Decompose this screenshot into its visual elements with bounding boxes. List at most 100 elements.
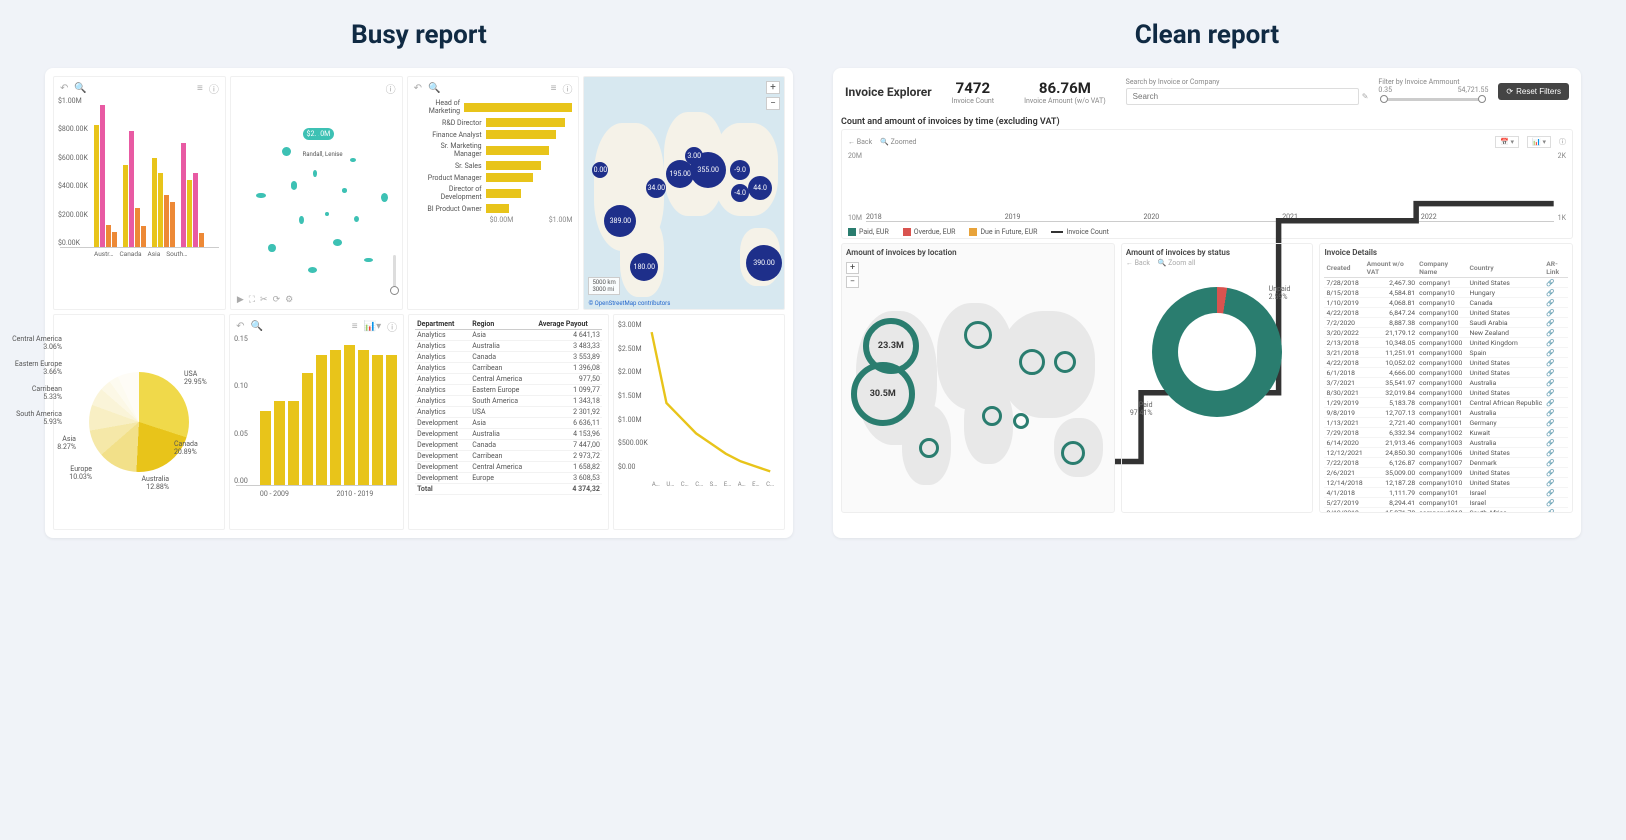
zoom-in-button[interactable]: + [846,262,859,274]
table-row[interactable]: 4/22/20186,847.24company100United States… [1324,308,1568,318]
link-icon[interactable]: 🔗 [1544,358,1568,368]
bar[interactable] [260,411,271,486]
col-header[interactable]: Department [415,319,470,330]
bar[interactable] [94,125,99,247]
timechart-bars[interactable]: 2018 2019 2020 2021 2022 [866,152,1554,222]
link-icon[interactable]: 🔗 [1544,368,1568,378]
bar[interactable] [288,401,299,485]
link-icon[interactable]: 🔗 [1544,488,1568,498]
network-node[interactable] [342,188,347,193]
busy-pie-tile[interactable]: USA29.95%Canada20.89%Australia12.88%Euro… [53,314,225,530]
bar[interactable] [181,143,186,247]
link-icon[interactable]: 🔗 [1544,318,1568,328]
zoom-out-button[interactable]: − [846,276,859,288]
link-icon[interactable]: 🔗 [1544,498,1568,508]
zoom-in-button[interactable]: + [766,81,780,94]
bar[interactable] [106,225,111,247]
play-icon[interactable]: ▶ [237,295,244,305]
search-icon[interactable]: 🔍 [428,83,440,94]
slider-handle-max[interactable] [1478,95,1486,103]
network-node[interactable] [364,258,373,262]
network-node[interactable] [350,158,356,162]
bar[interactable] [123,165,128,247]
chart-options[interactable]: 📊 ▾ [1527,136,1551,148]
bar[interactable] [112,232,117,247]
bar[interactable] [141,226,146,247]
network-node[interactable] [291,181,298,189]
hbar-row[interactable]: Finance Analyst [414,130,573,139]
table-row[interactable]: 12/14/201812,187.28company1010United Sta… [1324,478,1568,488]
table-row[interactable]: AnalyticsAsia4 641,13 [415,330,602,341]
table-row[interactable]: 4/1/20181,111.79company101Israel🔗 [1324,488,1568,498]
slider-handle-min[interactable] [1380,95,1388,103]
busy-map-tile[interactable]: + − 389.00180.00195.00355.003.0034.00-9.… [583,76,785,310]
link-icon[interactable]: 🔗 [1544,288,1568,298]
col-header[interactable]: Company Name [1417,259,1467,278]
undo-icon[interactable]: ↶ [414,83,422,94]
table-row[interactable]: AnalyticsSouth America1 343,18 [415,396,602,407]
table-row[interactable]: DevelopmentEurope3 608,53 [415,473,602,484]
busy-table[interactable]: DepartmentRegionAverage Payout Analytics… [415,319,602,495]
table-row[interactable]: DevelopmentCarribean2 973,72 [415,451,602,462]
link-icon[interactable]: 🔗 [1544,378,1568,388]
link-icon[interactable]: 🔗 [1544,338,1568,348]
map-bubble[interactable]: 389.00 [604,205,636,237]
table-row[interactable]: AnalyticsAustralia3 483,33 [415,341,602,352]
col-header[interactable]: Region [470,319,536,330]
table-row[interactable]: 1/10/20194,068.81company10Canada🔗 [1324,298,1568,308]
table-row[interactable]: 8/15/20184,584.81company10Hungary🔗 [1324,288,1568,298]
donut-chart[interactable] [1152,287,1282,417]
date-picker[interactable]: 📅 ▾ [1495,136,1519,148]
network-node[interactable] [313,170,318,177]
network-node[interactable] [256,193,265,198]
table-row[interactable]: AnalyticsCentral America977,50 [415,374,602,385]
slider-handle[interactable] [390,286,399,295]
chart-icon[interactable]: 📊▾ [364,321,381,332]
table-row[interactable]: 1/13/20212,721.40company1001Germany🔗 [1324,418,1568,428]
clean-map-pane[interactable]: Amount of invoices by location + − 23.3M… [841,243,1115,513]
slider-track[interactable] [393,255,396,295]
network-node[interactable] [299,216,304,224]
refresh-icon[interactable]: ⟳ [273,295,281,305]
table-row[interactable]: AnalyticsUSA2 301,92 [415,407,602,418]
reset-filters-button[interactable]: ⟳ Reset Filters [1498,83,1569,100]
bar[interactable] [187,180,192,247]
search-icon[interactable]: 🔍 [74,83,86,94]
table-row[interactable]: 3/20/202221,179.12company100New Zealand🔗 [1324,328,1568,338]
bar[interactable] [164,195,169,247]
table-row[interactable]: 9/8/201912,707.13company1001Australia🔗 [1324,408,1568,418]
slider-track[interactable] [1380,98,1486,101]
info-icon[interactable]: ⓘ [562,81,572,96]
link-icon[interactable]: 🔗 [1544,388,1568,398]
table-row[interactable]: 3/7/202135,541.97company1000Australia🔗 [1324,378,1568,388]
table-row[interactable]: 6/1/20184,666.00company1000United States… [1324,368,1568,378]
search-input[interactable] [1126,88,1359,105]
link-icon[interactable]: 🔗 [1544,428,1568,438]
table-row[interactable]: 1/29/20195,183.78company1001Central Afri… [1324,398,1568,408]
link-icon[interactable]: 🔗 [1544,408,1568,418]
table-row[interactable]: DevelopmentCentral America1 658,82 [415,462,602,473]
bar[interactable] [344,345,355,485]
table-row[interactable]: AnalyticsCanada3 553,89 [415,352,602,363]
table-row[interactable]: 2/6/202135,009.00company1009United State… [1324,468,1568,478]
search-icon[interactable]: 🔍 [251,321,263,332]
link-icon[interactable]: 🔗 [1544,308,1568,318]
bar[interactable] [274,401,285,485]
bar[interactable] [302,373,313,485]
table-row[interactable]: 3/21/201811,251.91company1000Spain🔗 [1324,348,1568,358]
hbar-row[interactable]: BI Product Owner [414,204,573,213]
info-icon[interactable]: ⓘ [386,81,396,96]
link-icon[interactable]: 🔗 [1544,398,1568,408]
cut-icon[interactable]: ✂ [260,295,268,305]
table-row[interactable]: 7/22/20186,126.87company1007Denmark🔗 [1324,458,1568,468]
table-row[interactable]: 6/14/202021,913.46company1003Australia🔗 [1324,438,1568,448]
back-button[interactable]: ← Back [848,138,872,146]
info-icon[interactable]: ⓘ [387,319,397,334]
invoice-details-table[interactable]: CreatedAmount w/o VATCompany NameCountry… [1324,259,1568,513]
table-row[interactable]: 7/29/20186,332.34company1002Kuwait🔗 [1324,428,1568,438]
table-row[interactable]: 12/12/202124,850.30company1006United Sta… [1324,448,1568,458]
hbar-row[interactable]: Director of Development [414,185,573,201]
map-ring[interactable] [1013,413,1029,429]
link-icon[interactable]: 🔗 [1544,458,1568,468]
menu-icon[interactable]: ≡ [352,321,358,332]
